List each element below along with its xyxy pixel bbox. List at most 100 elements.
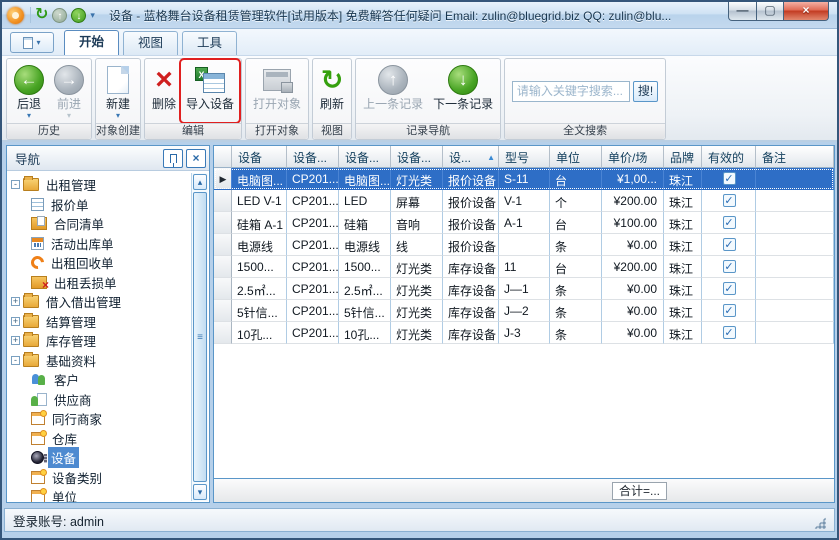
- tree-item-warehouse[interactable]: 仓库: [11, 429, 191, 449]
- lens-icon: [31, 451, 44, 464]
- tree-item-equipment-category[interactable]: 设备类别: [11, 468, 191, 488]
- minimize-button[interactable]: —: [728, 2, 757, 21]
- checkbox-checked-icon[interactable]: ✓: [723, 172, 736, 185]
- delete-button[interactable]: × 删除: [147, 60, 181, 122]
- equipment-grid: 设备设备...设备...设备...设...▲型号单位单价/场品牌有效的备注 ▶电…: [213, 145, 835, 503]
- checkbox-checked-icon[interactable]: ✓: [723, 194, 736, 207]
- collapse-icon[interactable]: -: [11, 180, 20, 189]
- tree-item-rental-loss[interactable]: 出租丢损单: [11, 273, 191, 293]
- quick-access-dropdown-icon[interactable]: ▾: [90, 10, 95, 21]
- tab-view[interactable]: 视图: [123, 31, 178, 55]
- navigation-panel: 导航 × -出租管理报价单合同清单活动出库单出租回收单出租丢损单+借入借出管理+…: [6, 145, 210, 503]
- tab-tools[interactable]: 工具: [182, 31, 237, 55]
- tree-item-settlement-mgmt[interactable]: +结算管理: [11, 312, 191, 332]
- back-button[interactable]: ← 后退 ▾: [9, 60, 49, 122]
- tree-item-rental-mgmt[interactable]: -出租管理: [11, 175, 191, 195]
- column-header-2[interactable]: 设备...: [339, 146, 391, 168]
- column-header-10[interactable]: 备注: [756, 146, 834, 168]
- checkbox-checked-icon[interactable]: ✓: [723, 238, 736, 251]
- table-row[interactable]: ▶电脑图...CP201...电脑图...灯光类报价设备S-11台¥1,00..…: [214, 168, 834, 190]
- tree-item-label: 合同清单: [51, 213, 107, 234]
- grid-empty-area: [214, 344, 834, 478]
- column-header-1[interactable]: 设备...: [287, 146, 339, 168]
- checkbox-checked-icon[interactable]: ✓: [723, 326, 736, 339]
- cell: ¥0.00: [602, 278, 664, 300]
- recycle-icon: [28, 254, 46, 272]
- column-header-7[interactable]: 单价/场: [602, 146, 664, 168]
- column-header-0[interactable]: 设备: [232, 146, 287, 168]
- tree-item-customer[interactable]: 客户: [11, 370, 191, 390]
- total-box[interactable]: 合计=...: [612, 482, 667, 500]
- tree-item-rental-return[interactable]: 出租回收单: [11, 253, 191, 273]
- maximize-button[interactable]: ▢: [757, 2, 784, 21]
- checkbox-checked-icon[interactable]: ✓: [723, 260, 736, 273]
- scroll-down-button[interactable]: ▾: [193, 484, 207, 500]
- collapse-icon[interactable]: -: [11, 356, 20, 365]
- card-icon: [31, 471, 45, 484]
- table-row[interactable]: LED V-1CP201...LED屏幕报价设备V-1个¥200.00珠江✓: [214, 190, 834, 212]
- checkbox-checked-icon[interactable]: ✓: [723, 216, 736, 229]
- search-button[interactable]: 搜!: [633, 81, 658, 102]
- ribbon-group-create: 新建 ▾ 对象创建: [95, 58, 141, 140]
- tree-item-supplier[interactable]: 供应商: [11, 390, 191, 410]
- cell: 珠江: [664, 234, 702, 256]
- tree-item-label: 供应商: [51, 389, 95, 410]
- cell: J—2: [499, 300, 550, 322]
- folder-icon: [23, 295, 39, 308]
- refresh-button[interactable]: ↻ 刷新: [315, 60, 349, 122]
- new-button[interactable]: 新建 ▾: [101, 60, 135, 122]
- table-row[interactable]: 2.5㎡...CP201...2.5㎡...灯光类库存设备J—1条¥0.00珠江…: [214, 278, 834, 300]
- quick-up-icon[interactable]: ↑: [52, 8, 67, 23]
- table-row[interactable]: 电源线CP201...电源线线报价设备条¥0.00珠江✓: [214, 234, 834, 256]
- cell: CP201...: [287, 212, 339, 234]
- tree-item-contract-list[interactable]: 合同清单: [11, 214, 191, 234]
- checkbox-checked-icon[interactable]: ✓: [723, 304, 736, 317]
- tree-item-borrow-lend-mgmt[interactable]: +借入借出管理: [11, 292, 191, 312]
- column-header-9[interactable]: 有效的: [702, 146, 756, 168]
- table-row[interactable]: 硅箱 A-1CP201...硅箱音响报价设备A-1台¥100.00珠江✓: [214, 212, 834, 234]
- next-record-button[interactable]: ↓ 下一条记录: [428, 60, 498, 122]
- app-menu-button[interactable]: ▾: [10, 32, 54, 53]
- cell: 珠江: [664, 322, 702, 344]
- nav-close-button[interactable]: ×: [186, 149, 206, 168]
- expand-icon[interactable]: +: [11, 297, 20, 306]
- quick-down-icon[interactable]: ↓: [71, 8, 86, 23]
- table-row[interactable]: 10孔...CP201...10孔...灯光类库存设备J-3条¥0.00珠江✓: [214, 322, 834, 344]
- folderx-icon: [31, 276, 47, 289]
- ribbon-group-view: ↻ 刷新 视图: [312, 58, 352, 140]
- tree-item-inventory-mgmt[interactable]: +库存管理: [11, 331, 191, 351]
- forward-button[interactable]: → 前进 ▾: [49, 60, 89, 122]
- tree-item-basic-data[interactable]: -基础资料: [11, 351, 191, 371]
- column-header-8[interactable]: 品牌: [664, 146, 702, 168]
- column-header-3[interactable]: 设备...: [391, 146, 443, 168]
- close-button[interactable]: ×: [784, 2, 829, 21]
- tab-home[interactable]: 开始: [64, 30, 119, 55]
- table-row[interactable]: 1500...CP201...1500...灯光类库存设备11台¥200.00珠…: [214, 256, 834, 278]
- expand-icon[interactable]: +: [11, 317, 20, 326]
- tree-item-activity-outbound[interactable]: 活动出库单: [11, 234, 191, 254]
- table-row[interactable]: 5针信...CP201...5针信...灯光类库存设备J—2条¥0.00珠江✓: [214, 300, 834, 322]
- column-header-6[interactable]: 单位: [550, 146, 602, 168]
- row-indicator: [214, 278, 232, 300]
- resize-grip[interactable]: [814, 517, 826, 529]
- tree-item-quotation[interactable]: 报价单: [11, 195, 191, 215]
- expand-icon[interactable]: +: [11, 336, 20, 345]
- pin-button[interactable]: [163, 149, 183, 168]
- card-icon: [31, 412, 45, 425]
- tree-item-unit[interactable]: 单位: [11, 487, 191, 502]
- column-header-4[interactable]: 设...▲: [443, 146, 499, 168]
- scroll-up-button[interactable]: ▴: [193, 174, 207, 190]
- previous-record-button[interactable]: ↑ 上一条记录: [358, 60, 428, 122]
- column-header-5[interactable]: 型号: [499, 146, 550, 168]
- tree-item-equipment[interactable]: 设备: [11, 448, 191, 468]
- search-input[interactable]: [512, 81, 630, 102]
- scrollbar-thumb[interactable]: ≡: [193, 192, 207, 482]
- cell: 硅箱: [339, 212, 391, 234]
- cell: 库存设备: [443, 322, 499, 344]
- checkbox-checked-icon[interactable]: ✓: [723, 282, 736, 295]
- open-object-button[interactable]: 打开对象: [248, 60, 306, 122]
- quick-refresh-icon[interactable]: ↻: [35, 7, 48, 23]
- tree-item-peer-merchant[interactable]: 同行商家: [11, 409, 191, 429]
- import-equipment-button[interactable]: X 导入设备: [181, 60, 239, 122]
- ribbon: ← 后退 ▾ → 前进 ▾ 历史 新建 ▾ 对象创建: [2, 56, 837, 142]
